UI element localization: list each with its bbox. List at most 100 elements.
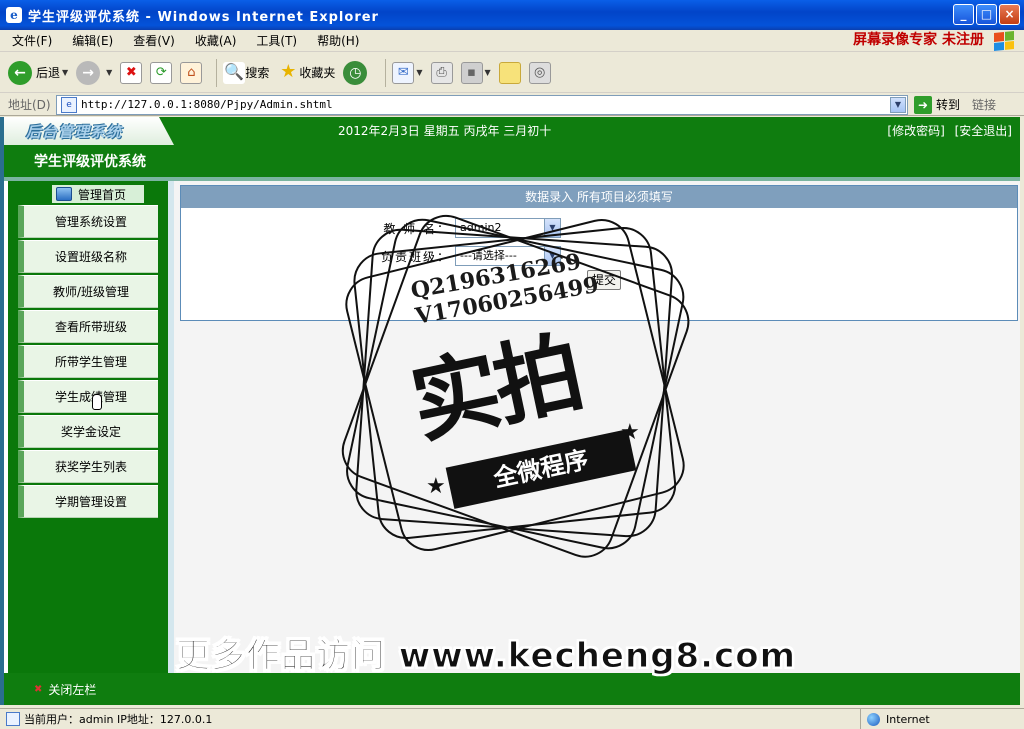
teacher-row: 教 师 名： admin2 ▼ xyxy=(381,218,561,238)
admin-logo: 后台管理系统 xyxy=(26,123,123,141)
data-entry-form: 数据录入 所有项目必须填写 教 师 名： admin2 ▼ 负责班级： ---请… xyxy=(180,185,1018,321)
status-bar: 当前用户：admin IP地址：127.0.0.1 Internet xyxy=(0,708,1024,729)
note-icon xyxy=(498,61,521,84)
go-button[interactable]: ➜ 转到 xyxy=(914,95,961,114)
history-icon: ◷ xyxy=(343,60,368,85)
header-date: 2012年2月3日 星期五 丙戌年 三月初十 xyxy=(338,124,552,138)
go-arrow-icon: ➜ xyxy=(914,95,932,114)
messenger-button[interactable]: ◎ xyxy=(528,61,551,84)
edit-icon: ▪ xyxy=(460,61,483,84)
zone-text: Internet xyxy=(886,712,930,726)
sidebar-item-class-names[interactable]: 设置班级名称 xyxy=(18,240,158,273)
go-label: 转到 xyxy=(936,98,961,112)
search-icon: 🔍 xyxy=(223,61,246,84)
search-label: 搜索 xyxy=(245,66,270,80)
sidebar: 管理首页 管理系统设置 设置班级名称 教师/班级管理 查看所带班级 所带学生管理… xyxy=(8,181,168,673)
sidebar-item-teacher-class[interactable]: 教师/班级管理 xyxy=(18,275,158,308)
sidebar-item-system-settings[interactable]: 管理系统设置 xyxy=(18,205,158,238)
main-content: 数据录入 所有项目必须填写 教 师 名： admin2 ▼ 负责班级： ---请… xyxy=(174,181,1020,673)
header-bottom: 学生评级评优系统 xyxy=(4,145,1020,177)
sidebar-item-award-list[interactable]: 获奖学生列表 xyxy=(18,450,158,483)
windows-flag-icon xyxy=(994,30,1014,52)
teacher-select[interactable]: admin2 ▼ xyxy=(455,218,561,238)
class-label: 负责班级： xyxy=(381,249,452,264)
menu-edit[interactable]: 编辑(E) xyxy=(64,32,121,49)
change-password-link[interactable]: [修改密码] xyxy=(887,124,944,138)
sidebar-item-scholarship[interactable]: 奖学金设定 xyxy=(18,415,158,448)
address-label: 地址(D) xyxy=(8,98,51,112)
toolbar-separator xyxy=(385,58,387,87)
history-button[interactable]: ◷ xyxy=(343,60,371,85)
refresh-icon: ⟳ xyxy=(150,61,173,84)
sidebar-item-grades[interactable]: 学生成绩管理 xyxy=(18,380,158,413)
form-header: 数据录入 所有项目必须填写 xyxy=(181,186,1017,208)
menu-view[interactable]: 查看(V) xyxy=(125,32,183,49)
teacher-value: admin2 xyxy=(460,221,502,234)
window-controls: _ □ × xyxy=(953,4,1020,25)
close-left-label: 关闭左栏 xyxy=(48,683,97,697)
address-url[interactable]: http://127.0.0.1:8080/Pjpy/Admin.shtml xyxy=(81,98,333,111)
teacher-label: 教 师 名： xyxy=(383,221,451,236)
chevron-down-icon: ▼ xyxy=(484,68,491,77)
menu-file[interactable]: 文件(F) xyxy=(4,32,60,49)
stop-button[interactable]: ✖ xyxy=(120,61,143,84)
sidebar-item-semester[interactable]: 学期管理设置 xyxy=(18,485,158,518)
logout-link[interactable]: [安全退出] xyxy=(955,124,1012,138)
favorites-button[interactable]: ★ 收藏夹 xyxy=(277,60,336,84)
window-title: 学生评级评优系统 - Windows Internet Explorer xyxy=(28,9,379,25)
header-top: 后台管理系统 2012年2月3日 星期五 丙戌年 三月初十 [修改密码] [安全… xyxy=(4,117,1020,145)
page-icon xyxy=(6,712,20,726)
mail-icon: ✉ xyxy=(392,61,415,84)
stop-icon: ✖ xyxy=(120,61,143,84)
maximize-button[interactable]: □ xyxy=(976,4,997,25)
chevron-down-icon: ▼ xyxy=(106,68,113,77)
back-button[interactable]: ← 后退 ▼ xyxy=(8,60,69,85)
menu-tools[interactable]: 工具(T) xyxy=(248,32,305,49)
address-input[interactable]: e http://127.0.0.1:8080/Pjpy/Admin.shtml… xyxy=(56,94,908,115)
home-icon: ⌂ xyxy=(180,61,203,84)
messenger-icon: ◎ xyxy=(528,61,551,84)
globe-icon xyxy=(867,712,880,726)
sidebar-menu: 管理系统设置 设置班级名称 教师/班级管理 查看所带班级 所带学生管理 学生成绩… xyxy=(18,205,158,520)
recorder-badge: 屏幕录像专家 未注册 xyxy=(853,32,984,48)
search-button[interactable]: 🔍 搜索 xyxy=(223,61,270,84)
sidebar-home[interactable]: 管理首页 xyxy=(52,185,145,203)
toolbar-separator xyxy=(216,58,218,87)
close-button[interactable]: × xyxy=(999,4,1020,25)
chevron-down-icon: ▼ xyxy=(416,68,423,77)
menu-favorites[interactable]: 收藏(A) xyxy=(187,32,245,49)
sidebar-item-view-classes[interactable]: 查看所带班级 xyxy=(18,310,158,343)
watermark-bottom-text: 更多作品访问 www.kecheng8.com xyxy=(175,636,797,677)
window-title-bar: e 学生评级评优系统 - Windows Internet Explorer _… xyxy=(0,0,1024,30)
chevron-down-icon[interactable]: ▼ xyxy=(890,96,906,113)
forward-arrow-icon: → xyxy=(76,60,101,85)
menu-help[interactable]: 帮助(H) xyxy=(309,32,367,49)
print-button[interactable]: ⎙ xyxy=(430,61,453,84)
footer-bar: ✖ 关闭左栏 xyxy=(4,673,1020,705)
forward-button[interactable]: → ▼ xyxy=(76,60,113,85)
status-text: 当前用户：admin IP地址：127.0.0.1 xyxy=(24,713,213,726)
favorites-label: 收藏夹 xyxy=(299,66,336,80)
minimize-button[interactable]: _ xyxy=(953,4,974,25)
header-links: [修改密码] [安全退出] xyxy=(881,122,1012,139)
star-icon: ★ xyxy=(620,420,640,445)
links-button[interactable]: 链接 xyxy=(972,96,996,113)
zone-indicator: Internet xyxy=(860,709,1024,729)
refresh-button[interactable]: ⟳ xyxy=(150,61,173,84)
mail-button[interactable]: ✉ ▼ xyxy=(392,61,423,84)
close-left-panel[interactable]: ✖ 关闭左栏 xyxy=(34,681,96,698)
system-name: 学生评级评优系统 xyxy=(34,154,146,170)
back-label: 后退 xyxy=(36,66,61,80)
page-icon: e xyxy=(61,96,77,113)
star-icon: ★ xyxy=(280,60,297,82)
menu-bar: 文件(F) 编辑(E) 查看(V) 收藏(A) 工具(T) 帮助(H) 屏幕录像… xyxy=(0,30,1024,52)
chevron-down-icon: ▼ xyxy=(62,68,69,77)
toolbar: ← 后退 ▼ → ▼ ✖ ⟳ ⌂ 🔍 搜索 ★ 收藏夹 ◷ ✉ ▼ ⎙ ▪ ▼ … xyxy=(0,53,1024,93)
edit-button[interactable]: ▪ ▼ xyxy=(460,61,491,84)
star-icon: ★ xyxy=(426,474,446,499)
monitor-icon xyxy=(56,187,72,201)
home-button[interactable]: ⌂ xyxy=(180,61,203,84)
sidebar-item-students[interactable]: 所带学生管理 xyxy=(18,345,158,378)
notes-button[interactable] xyxy=(498,61,521,84)
sidebar-title: 管理首页 xyxy=(78,187,127,202)
